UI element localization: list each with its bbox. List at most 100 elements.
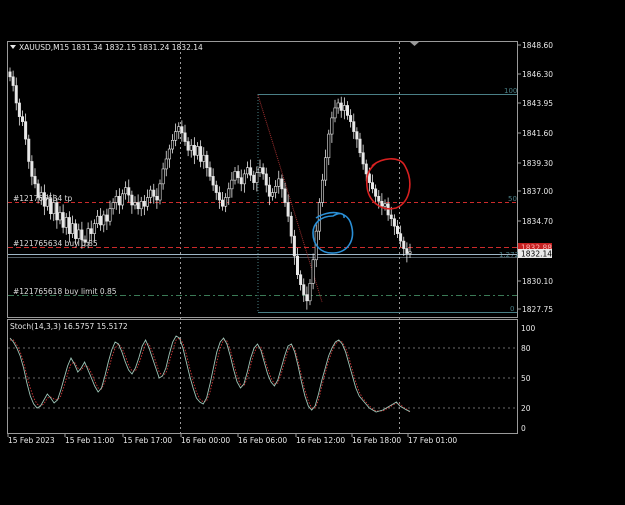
candle-body <box>224 197 228 207</box>
price-tick-label: 1841.60 <box>522 129 553 138</box>
candle-body <box>92 223 96 234</box>
stoch-tick-label: 100 <box>521 324 536 333</box>
candle-body <box>171 140 175 150</box>
candle-body <box>74 223 78 239</box>
candle-body <box>242 173 246 185</box>
stoch-signal-line <box>10 337 411 413</box>
candle-body <box>67 217 71 234</box>
tp-order-label[interactable]: #121765634 tp <box>13 194 73 203</box>
price-tick-label: 1846.30 <box>522 70 553 79</box>
candle-body <box>252 174 256 183</box>
candle-body <box>230 179 234 190</box>
time-axis[interactable]: 15 Feb 2023 15 Feb 11:00 15 Feb 17:00 16 Fe… <box>7 433 457 445</box>
time-tick-label: 15 Feb 17:00 <box>123 436 172 445</box>
candle-body <box>405 248 409 254</box>
chart-canvas[interactable]: 100 0 50 1.272 #121765634 tp #121765634 … <box>0 0 625 501</box>
candle-body <box>111 202 115 210</box>
time-tick-label: 16 Feb 18:00 <box>352 436 401 445</box>
candle-body <box>177 126 181 132</box>
candle-body <box>246 167 250 175</box>
fib-label-100: 100 <box>504 87 517 95</box>
candle-body <box>142 200 146 207</box>
candle-body <box>374 188 378 197</box>
candle-body <box>55 202 59 221</box>
candle-body <box>367 173 371 183</box>
candle-body <box>180 126 184 134</box>
candle-body <box>264 173 268 186</box>
candle-body <box>130 194 134 206</box>
candle-body <box>17 102 21 117</box>
symbol-info: XAUUSD,M15 1831.34 1832.15 1831.24 1832.… <box>19 43 203 52</box>
candle-body <box>77 229 81 239</box>
time-tick-label: 15 Feb 2023 <box>8 436 55 445</box>
candle-body <box>155 195 159 201</box>
candle-body <box>186 141 190 151</box>
candle-body <box>214 184 218 193</box>
candle-body <box>152 189 156 197</box>
candle-body <box>383 203 387 207</box>
candle-body <box>324 157 328 181</box>
candle-body <box>292 235 296 257</box>
candle-body <box>295 255 299 275</box>
candle-body <box>239 177 243 185</box>
candle-body <box>311 259 315 284</box>
candle-body <box>236 171 240 178</box>
candle-body <box>164 158 168 170</box>
candle-body <box>30 161 34 177</box>
candle-body <box>114 195 118 203</box>
candle-body <box>330 117 334 135</box>
candle-body <box>302 284 306 295</box>
candle-body <box>358 138 362 154</box>
candle-body <box>192 144 196 156</box>
chart-shift-marker[interactable] <box>410 42 419 46</box>
candle-body <box>158 183 162 201</box>
candle-body <box>33 176 37 185</box>
candle-body <box>364 163 368 175</box>
candle-body <box>336 102 340 109</box>
candle-body <box>96 215 100 224</box>
candle-body <box>196 146 200 156</box>
candle-body <box>71 223 75 234</box>
candle-body <box>333 107 337 119</box>
trading-chart-window[interactable]: 100 0 50 1.272 #121765634 tp #121765634 … <box>0 0 625 501</box>
candle-body <box>127 187 131 196</box>
candle-body <box>139 200 143 210</box>
candle-body <box>361 152 365 165</box>
stoch-tick-label: 50 <box>521 374 531 383</box>
fib-label-0: 0 <box>510 305 514 313</box>
price-tick-label: 1837.00 <box>522 187 553 196</box>
stoch-tick-label: 20 <box>521 404 531 413</box>
candle-body <box>286 202 290 217</box>
price-tick-label: 1839.30 <box>522 159 553 168</box>
candle-body <box>167 148 171 160</box>
candle-body <box>370 182 374 190</box>
candle-body <box>402 240 406 249</box>
time-tick-label: 17 Feb 01:00 <box>408 436 457 445</box>
candle-body <box>349 115 353 122</box>
candle-body <box>327 133 331 159</box>
candle-body <box>64 217 68 228</box>
symbol-menu-arrow-icon[interactable] <box>10 45 16 49</box>
candle-body <box>61 212 65 228</box>
stoch-tick-label: 80 <box>521 344 531 353</box>
candle-body <box>202 154 206 162</box>
buy-limit-label[interactable]: #121765618 buy limit 0.85 <box>13 287 117 296</box>
candle-body <box>345 105 349 116</box>
buy-order-label[interactable]: #121765634 buy 0.85 <box>13 239 98 248</box>
price-tick-label: 1834.70 <box>522 217 553 226</box>
candle-body <box>174 131 178 141</box>
candle-body <box>99 215 103 226</box>
time-tick-label: 16 Feb 00:00 <box>181 436 230 445</box>
candle-body <box>161 168 165 185</box>
candle-body <box>117 195 121 206</box>
candle-body <box>27 138 31 162</box>
indicator-frame <box>7 319 518 434</box>
candle-body <box>189 144 193 151</box>
candle-body <box>270 192 274 197</box>
fib-label-50: 50 <box>508 195 517 203</box>
candle-body <box>20 116 24 122</box>
candle-body <box>146 197 150 207</box>
candle-body <box>377 195 381 202</box>
price-axis[interactable]: 1848.60 1846.30 1843.95 1841.60 1839.30 1837.… <box>517 41 553 314</box>
candle-body <box>277 178 281 187</box>
